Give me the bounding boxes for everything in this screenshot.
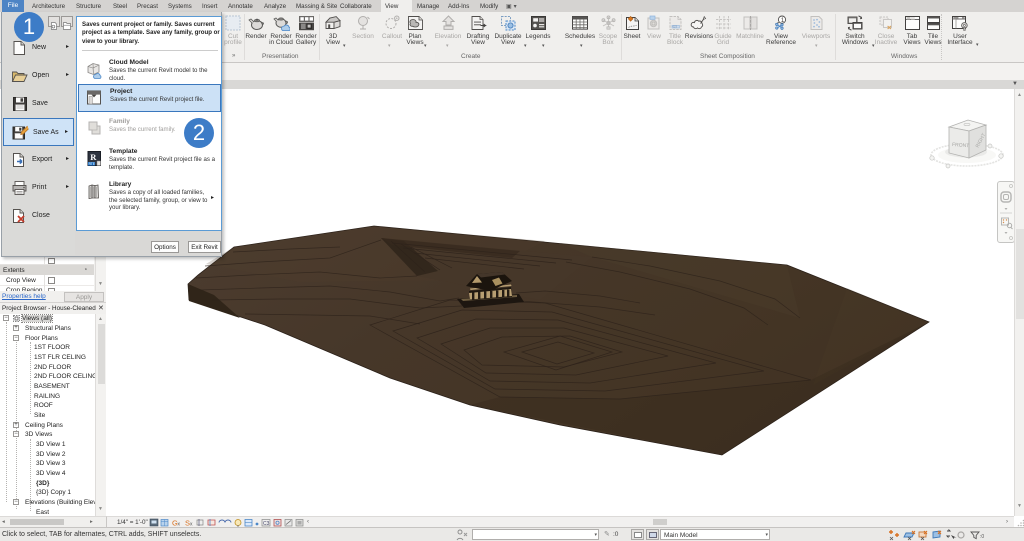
svg-text:RTE: RTE bbox=[89, 162, 95, 166]
svg-text:023: 023 bbox=[672, 25, 677, 29]
svg-text:FRONT: FRONT bbox=[952, 142, 970, 149]
svg-text:R: R bbox=[90, 152, 97, 162]
svg-text::0: :0 bbox=[980, 534, 984, 540]
